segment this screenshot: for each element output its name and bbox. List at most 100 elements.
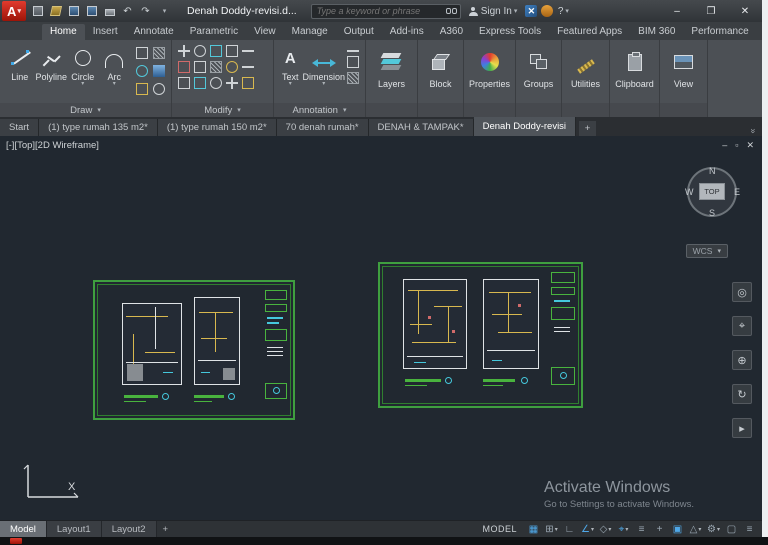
file-tab-rumah-135[interactable]: (1) type rumah 135 m2* [39, 119, 158, 136]
undo-button[interactable]: ↶ [120, 4, 135, 19]
line-tool-button[interactable]: Line [4, 43, 35, 82]
pan-button[interactable]: ⌖ [732, 316, 752, 336]
annotation-monitor-toggle[interactable]: ▢ [723, 522, 740, 537]
lineweight-toggle[interactable]: ≡ [633, 522, 650, 537]
new-layout-button[interactable]: + [157, 521, 175, 537]
close-button[interactable]: ✕ [728, 1, 762, 21]
layout-tab-model[interactable]: Model [0, 521, 47, 537]
maximize-button[interactable]: ❐ [694, 1, 728, 21]
grid-display-toggle[interactable]: ▦ [525, 522, 542, 537]
draw-panel-title[interactable]: Draw ▾ [0, 103, 171, 117]
clipboard-panel-title[interactable] [610, 103, 659, 117]
plot-button[interactable] [102, 4, 117, 19]
ribbon-tab-a360[interactable]: A360 [432, 24, 471, 40]
annotation-scale-button[interactable]: △ ▾ [687, 522, 704, 537]
ribbon-tab-output[interactable]: Output [336, 24, 382, 40]
explode-tool-icon[interactable] [194, 77, 206, 89]
revision-cloud-tool-icon[interactable] [152, 83, 165, 95]
table-tool-icon[interactable] [347, 56, 359, 68]
customize-status-bar-button[interactable]: ≡ [741, 522, 758, 537]
clipboard-button[interactable]: Clipboard [614, 43, 655, 103]
redo-button[interactable]: ↷ [138, 4, 153, 19]
ortho-mode-toggle[interactable]: ∟ [561, 522, 578, 537]
rectangle-tool-icon[interactable] [135, 47, 148, 59]
application-menu-button[interactable]: A ▾ [2, 1, 26, 21]
polar-tracking-toggle[interactable]: ∠ ▾ [579, 522, 596, 537]
modify-panel-title[interactable]: Modify ▾ [172, 103, 273, 117]
leader-tool-icon[interactable] [347, 50, 359, 52]
minimize-button[interactable]: – [660, 1, 694, 21]
file-tab-70-denah[interactable]: 70 denah rumah* [276, 119, 369, 136]
autodesk-exchange-button[interactable]: ✕ [523, 3, 539, 19]
chamfer-tool-icon[interactable] [242, 77, 254, 89]
ribbon-tab-bim360[interactable]: BIM 360 [630, 24, 683, 40]
gradient-tool-icon[interactable] [152, 65, 165, 77]
ribbon-tab-performance[interactable]: Performance [683, 24, 756, 40]
zoom-button[interactable]: ⊕ [732, 350, 752, 370]
layout-tab-layout1[interactable]: Layout1 [46, 521, 102, 537]
move-tool-icon[interactable] [178, 45, 190, 57]
dimension-tool-button[interactable]: Dimension ▾ [302, 43, 345, 87]
save-button[interactable] [66, 4, 81, 19]
new-drawing-tab-button[interactable]: + [579, 121, 597, 136]
utilities-panel-title[interactable] [562, 103, 609, 117]
polyline-tool-button[interactable]: Polyline [35, 43, 67, 82]
boundary-tool-icon[interactable] [135, 83, 148, 95]
block-panel-title[interactable] [418, 103, 463, 117]
wcs-selector[interactable]: WCS ▾ [685, 244, 728, 258]
view-button[interactable]: View [664, 43, 703, 103]
show-motion-button[interactable]: ▸ [732, 418, 752, 438]
layout-tab-layout2[interactable]: Layout2 [101, 521, 157, 537]
viewcube-north[interactable]: N [709, 166, 716, 176]
object-snap-toggle[interactable]: ⌖ ▾ [615, 522, 632, 537]
snap-mode-toggle[interactable]: ⊞ ▾ [543, 522, 560, 537]
viewcube-south[interactable]: S [709, 208, 715, 218]
navigation-wheel-button[interactable]: ◎ [732, 282, 752, 302]
workspace-switching-button[interactable]: ⚙ ▾ [705, 522, 722, 537]
trim-tool-icon[interactable] [210, 45, 222, 57]
ribbon-tab-home[interactable]: Home [42, 24, 85, 40]
file-tab-denah-tampak[interactable]: DENAH & TAMPAK* [368, 119, 474, 136]
copy-tool-icon[interactable] [226, 45, 238, 57]
properties-button[interactable]: Properties [468, 43, 511, 103]
stretch-tool-icon[interactable] [242, 66, 254, 68]
file-tab-overflow-icon[interactable]: » [748, 128, 758, 133]
view-panel-title[interactable] [660, 103, 707, 117]
ribbon-tab-express-tools[interactable]: Express Tools [471, 24, 549, 40]
utilities-button[interactable]: Utilities [566, 43, 605, 103]
doc-close-icon[interactable]: ✕ [746, 140, 754, 151]
help-search-box[interactable] [310, 3, 461, 19]
saveas-button[interactable] [84, 4, 99, 19]
circle-tool-button[interactable]: Circle ▾ [67, 43, 98, 87]
ellipse-tool-icon[interactable] [135, 65, 148, 77]
search-binoculars-icon[interactable] [445, 8, 457, 14]
viewport-controls-label[interactable]: [-][Top][2D Wireframe] [6, 140, 99, 151]
dynamic-input-toggle[interactable]: + [651, 522, 668, 537]
offset-tool-icon[interactable] [178, 77, 190, 89]
drawing-sheet-1[interactable] [93, 280, 295, 420]
orbit-button[interactable]: ↻ [732, 384, 752, 404]
annotation-panel-title[interactable]: Annotation ▾ [274, 103, 365, 117]
open-button[interactable] [48, 4, 63, 19]
hatch-tool-icon[interactable] [152, 47, 165, 59]
model-space-viewport[interactable]: [-][Top][2D Wireframe] – ▫ ✕ N W E S TOP… [0, 136, 762, 520]
qat-customize-chevron-icon[interactable]: ▾ [156, 4, 171, 19]
file-tab-denah-doddy-revisi[interactable]: Denah Doddy-revisi [473, 117, 577, 136]
help-button[interactable]: ? ▾ [555, 3, 571, 19]
groups-panel-title[interactable] [516, 103, 561, 117]
file-tab-start[interactable]: Start [0, 119, 40, 136]
mirror-tool-icon[interactable] [194, 61, 206, 73]
ribbon-tab-addins[interactable]: Add-ins [382, 24, 432, 40]
arc-tool-button[interactable]: Arc ▾ [99, 43, 130, 87]
markup-tool-icon[interactable] [347, 72, 359, 84]
file-tab-rumah-150[interactable]: (1) type rumah 150 m2* [157, 119, 277, 136]
ribbon-tab-manage[interactable]: Manage [284, 24, 336, 40]
ribbon-tab-annotate[interactable]: Annotate [126, 24, 182, 40]
ribbon-tab-view[interactable]: View [246, 24, 284, 40]
text-tool-button[interactable]: A Text ▾ [278, 43, 302, 88]
layers-button[interactable]: Layers [370, 43, 413, 103]
signin-group[interactable]: Sign In ▾ [468, 3, 517, 19]
groups-button[interactable]: Groups [520, 43, 557, 103]
isometric-drafting-toggle[interactable]: ◇ ▾ [597, 522, 614, 537]
search-input[interactable] [314, 5, 444, 17]
